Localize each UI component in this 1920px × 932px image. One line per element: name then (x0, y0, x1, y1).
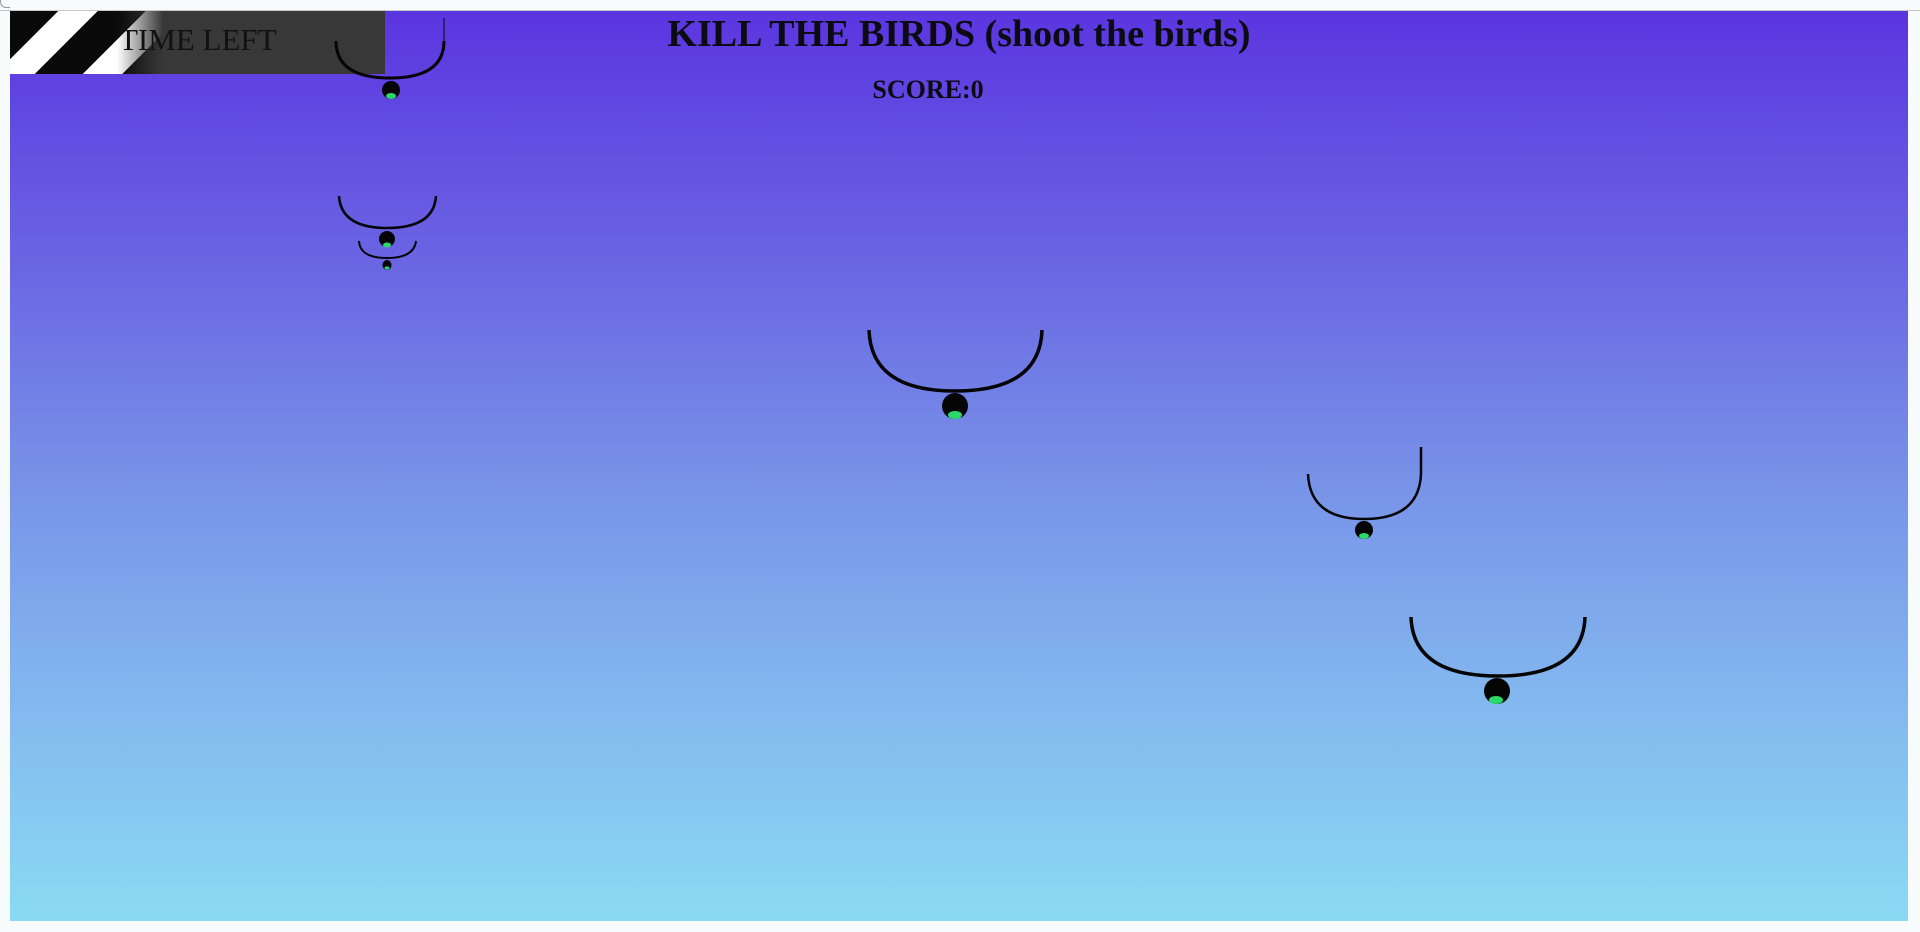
bird-eye (386, 93, 396, 99)
bird[interactable] (334, 40, 446, 99)
bird[interactable] (1409, 616, 1587, 704)
bird[interactable] (1306, 447, 1423, 539)
bird-eye (1359, 533, 1369, 539)
birds-layer (334, 18, 1587, 704)
bird-eye (384, 266, 390, 270)
bird-wings (337, 195, 438, 230)
bird-eye (383, 242, 391, 248)
bird-eye (1489, 696, 1503, 704)
bird-eye (948, 411, 962, 419)
bird-wings (1306, 447, 1423, 521)
window-corner-mark (0, 0, 10, 8)
bird-wings (867, 329, 1044, 393)
game-canvas[interactable]: TIME LEFT KILL THE BIRDS (shoot the bird… (10, 11, 1908, 921)
bird-wings (1409, 616, 1587, 678)
bird-wings (334, 40, 446, 80)
bird[interactable] (337, 195, 438, 248)
bird[interactable] (867, 329, 1044, 419)
